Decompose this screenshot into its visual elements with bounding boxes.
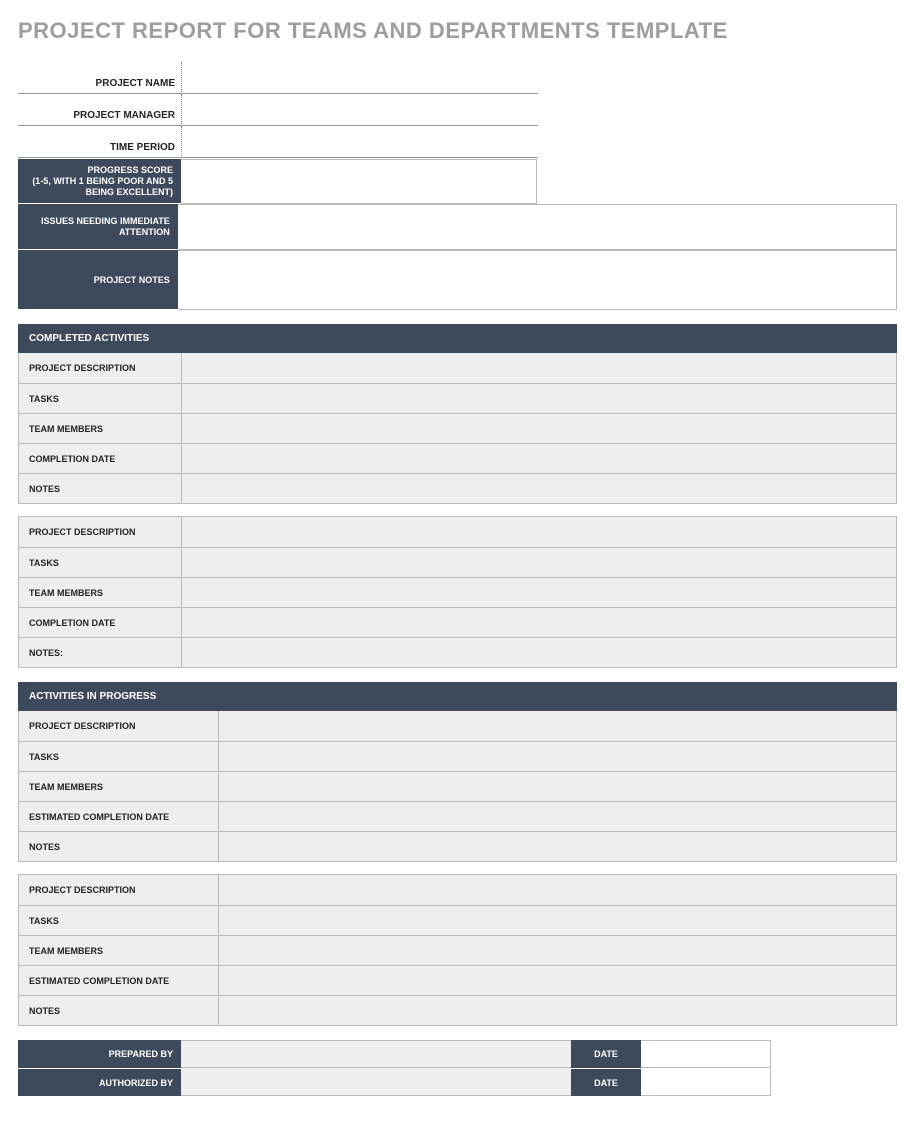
row-label: PROJECT DESCRIPTION: [19, 711, 219, 741]
row-value[interactable]: [219, 875, 896, 905]
row-label: NOTES: [19, 832, 219, 861]
row-label: TEAM MEMBERS: [19, 578, 182, 607]
page-title: PROJECT REPORT FOR TEAMS AND DEPARTMENTS…: [18, 18, 897, 44]
row-label: NOTES: [19, 996, 219, 1025]
field-project-notes: PROJECT NOTES: [18, 250, 897, 310]
row-value[interactable]: [219, 832, 896, 861]
row-label: TEAM MEMBERS: [19, 936, 219, 965]
label-project-manager: PROJECT MANAGER: [18, 110, 181, 126]
value-project-manager[interactable]: [182, 94, 538, 126]
section-header-in-progress: ACTIVITIES IN PROGRESS: [18, 682, 897, 711]
row-label: NOTES: [19, 474, 182, 503]
row-value[interactable]: [219, 996, 896, 1025]
field-time-period: TIME PERIOD: [18, 126, 897, 158]
row-label: TASKS: [19, 742, 219, 771]
in-progress-block-2: PROJECT DESCRIPTION TASKS TEAM MEMBERS E…: [18, 874, 897, 1026]
row-label: TEAM MEMBERS: [19, 414, 182, 443]
row-label: TEAM MEMBERS: [19, 772, 219, 801]
label-prepared-by: PREPARED BY: [18, 1040, 181, 1068]
value-progress-score[interactable]: [181, 159, 537, 204]
row-value[interactable]: [219, 966, 896, 995]
label-time-period: TIME PERIOD: [18, 142, 181, 158]
section-header-completed: COMPLETED ACTIVITIES: [18, 324, 897, 353]
row-label: PROJECT DESCRIPTION: [19, 353, 182, 383]
row-value[interactable]: [182, 384, 896, 413]
prepared-by-row: PREPARED BY DATE: [18, 1040, 897, 1068]
row-label: COMPLETION DATE: [19, 444, 182, 473]
completed-block-1: PROJECT DESCRIPTION TASKS TEAM MEMBERS C…: [18, 353, 897, 504]
summary-fields: PROGRESS SCORE (1-5, WITH 1 BEING POOR A…: [18, 159, 897, 310]
label-project-name: PROJECT NAME: [18, 78, 181, 94]
field-project-manager: PROJECT MANAGER: [18, 94, 897, 126]
row-label: TASKS: [19, 384, 182, 413]
row-value[interactable]: [182, 414, 896, 443]
row-value[interactable]: [182, 638, 896, 667]
row-value[interactable]: [219, 742, 896, 771]
row-label: ESTIMATED COMPLETION DATE: [19, 802, 219, 831]
row-value[interactable]: [219, 802, 896, 831]
value-time-period[interactable]: [182, 126, 538, 158]
value-project-notes[interactable]: [178, 250, 897, 310]
label-issues: ISSUES NEEDING IMMEDIATE ATTENTION: [18, 204, 178, 250]
row-label: ESTIMATED COMPLETION DATE: [19, 966, 219, 995]
in-progress-block-1: PROJECT DESCRIPTION TASKS TEAM MEMBERS E…: [18, 711, 897, 862]
row-label: NOTES:: [19, 638, 182, 667]
row-value[interactable]: [182, 608, 896, 637]
label-prepared-date: DATE: [571, 1040, 641, 1068]
row-label: TASKS: [19, 548, 182, 577]
label-project-notes: PROJECT NOTES: [18, 250, 178, 310]
value-issues[interactable]: [178, 204, 897, 250]
row-value[interactable]: [182, 353, 896, 383]
row-label: PROJECT DESCRIPTION: [19, 517, 182, 547]
value-project-name[interactable]: [182, 62, 538, 94]
row-value[interactable]: [182, 444, 896, 473]
label-progress-score: PROGRESS SCORE (1-5, WITH 1 BEING POOR A…: [18, 159, 181, 204]
value-prepared-by[interactable]: [181, 1040, 571, 1068]
label-authorized-date: DATE: [571, 1068, 641, 1096]
authorized-by-row: AUTHORIZED BY DATE: [18, 1068, 897, 1096]
row-value[interactable]: [182, 474, 896, 503]
completed-block-2: PROJECT DESCRIPTION TASKS TEAM MEMBERS C…: [18, 516, 897, 668]
row-value[interactable]: [182, 517, 896, 547]
row-label: COMPLETION DATE: [19, 608, 182, 637]
row-value[interactable]: [219, 906, 896, 935]
signoff-block: PREPARED BY DATE AUTHORIZED BY DATE: [18, 1040, 897, 1096]
field-progress-score: PROGRESS SCORE (1-5, WITH 1 BEING POOR A…: [18, 159, 897, 204]
header-fields: PROJECT NAME PROJECT MANAGER TIME PERIOD: [18, 62, 897, 158]
row-label: TASKS: [19, 906, 219, 935]
row-value[interactable]: [219, 711, 896, 741]
value-authorized-by[interactable]: [181, 1068, 571, 1096]
value-prepared-date[interactable]: [641, 1040, 771, 1068]
row-value[interactable]: [219, 772, 896, 801]
field-project-name: PROJECT NAME: [18, 62, 897, 94]
row-value[interactable]: [219, 936, 896, 965]
row-value[interactable]: [182, 578, 896, 607]
field-issues: ISSUES NEEDING IMMEDIATE ATTENTION: [18, 204, 897, 250]
row-label: PROJECT DESCRIPTION: [19, 875, 219, 905]
label-authorized-by: AUTHORIZED BY: [18, 1068, 181, 1096]
row-value[interactable]: [182, 548, 896, 577]
value-authorized-date[interactable]: [641, 1068, 771, 1096]
